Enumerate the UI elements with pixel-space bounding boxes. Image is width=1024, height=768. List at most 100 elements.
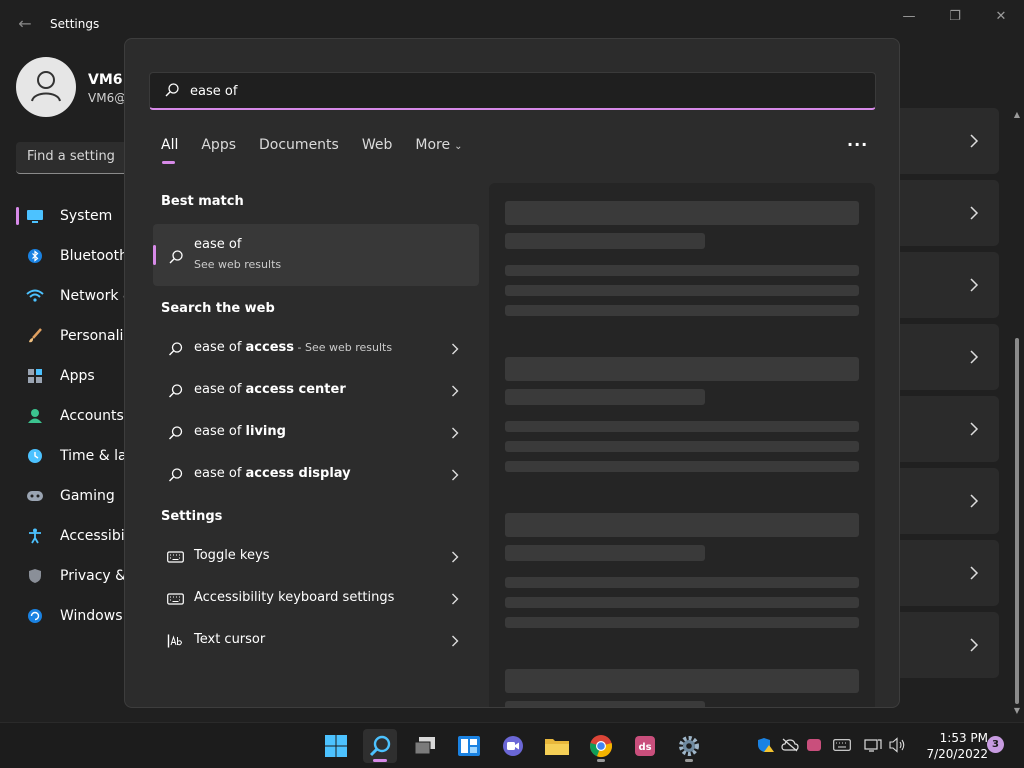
search-taskbar-button[interactable] (363, 729, 397, 763)
loading-skeleton (505, 389, 705, 405)
tab-apps[interactable]: Apps (201, 137, 236, 163)
web-result-item[interactable]: ease of access center (153, 371, 479, 411)
chevron-right-icon (452, 551, 459, 563)
chevron-right-icon (452, 593, 459, 605)
find-setting-input[interactable]: Find a setting (16, 142, 134, 174)
back-arrow-icon[interactable]: ← (15, 14, 35, 34)
nav-item-accessibility[interactable]: Accessibilit (16, 516, 126, 556)
task-view-button[interactable] (408, 729, 442, 763)
person-icon (31, 71, 61, 102)
task-view-icon (414, 737, 435, 755)
windows-logo-icon (325, 735, 347, 757)
web-result-item[interactable]: ease of access - See web results (153, 329, 479, 369)
best-match-heading: Best match (161, 194, 244, 209)
search-icon (165, 83, 179, 97)
clock[interactable]: 1:53 PM 7/20/2022 (914, 730, 988, 762)
nav-item-gaming[interactable]: Gaming (16, 476, 126, 516)
close-icon[interactable]: ✕ (986, 8, 1016, 26)
search-icon (169, 342, 183, 356)
wifi-icon (26, 287, 44, 305)
loading-skeleton (505, 513, 859, 537)
tab-web[interactable]: Web (362, 137, 393, 163)
settings-card[interactable] (899, 180, 999, 246)
search-box[interactable] (149, 72, 876, 110)
settings-card[interactable] (899, 252, 999, 318)
settings-taskbar-button[interactable] (672, 729, 706, 763)
bluetooth-icon (26, 247, 44, 265)
avatar[interactable] (16, 57, 76, 117)
search-tabs: All Apps Documents Web More ⌄ (161, 137, 485, 167)
nav-item-accounts[interactable]: Accounts (16, 396, 126, 436)
scrollbar-thumb[interactable] (1015, 338, 1019, 704)
chat-icon (503, 736, 523, 756)
loading-skeleton (505, 201, 859, 225)
network-icon[interactable] (864, 737, 882, 753)
search-flyout: All Apps Documents Web More⌄ ··· Best ma… (124, 38, 900, 708)
accessibility-icon (26, 527, 44, 545)
web-result-item[interactable]: ease of living (153, 413, 479, 453)
tab-documents[interactable]: Documents (259, 137, 339, 163)
chevron-down-icon: ⌄ (454, 141, 463, 152)
nav-label: System (60, 208, 113, 224)
keyboard-icon[interactable] (833, 737, 851, 753)
tab-more[interactable]: More ⌄ (415, 137, 462, 163)
nav-item-personalization[interactable]: Personaliza (16, 316, 126, 356)
security-warning-icon[interactable] (757, 737, 775, 753)
restore-icon[interactable]: ❐ (940, 8, 970, 26)
settings-result-text-cursor[interactable]: Text cursor (153, 621, 479, 661)
more-options-icon[interactable]: ··· (847, 135, 867, 154)
nav-label: Gaming (60, 488, 115, 504)
gamepad-icon (26, 487, 44, 505)
settings-card[interactable] (899, 468, 999, 534)
nav-item-apps[interactable]: Apps (16, 356, 126, 396)
tab-more-label: More (415, 137, 451, 153)
file-explorer-button[interactable] (540, 729, 574, 763)
settings-card[interactable] (899, 324, 999, 390)
tab-all[interactable]: All (161, 137, 178, 164)
loading-skeleton (505, 701, 705, 707)
volume-icon[interactable] (889, 737, 907, 753)
nav-label: Privacy & s (60, 568, 126, 584)
start-button[interactable] (319, 729, 353, 763)
settings-card[interactable] (899, 108, 999, 174)
settings-result-toggle-keys[interactable]: Toggle keys (153, 537, 479, 577)
minimize-icon[interactable]: — (894, 8, 924, 26)
result-prefix: ease of (194, 340, 246, 355)
chevron-right-icon (970, 638, 979, 652)
search-icon (169, 426, 183, 440)
settings-card[interactable] (899, 396, 999, 462)
search-icon (169, 250, 183, 264)
chat-button[interactable] (496, 729, 530, 763)
widgets-button[interactable] (452, 729, 486, 763)
nav-item-time-language[interactable]: Time & lan (16, 436, 126, 476)
web-result-item[interactable]: ease of access display (153, 455, 479, 495)
notification-badge[interactable]: 3 (987, 736, 1004, 753)
nav-item-system[interactable]: System (16, 196, 126, 236)
loading-skeleton (505, 421, 859, 432)
shield-icon (26, 567, 44, 585)
chrome-button[interactable] (584, 729, 618, 763)
app-tray-icon[interactable] (805, 737, 823, 753)
web-result-text: ease of access display (194, 466, 351, 481)
person-icon (26, 407, 44, 425)
search-input[interactable] (190, 81, 790, 101)
onedrive-off-icon[interactable] (781, 737, 799, 753)
result-bold: access (245, 340, 295, 355)
nav-label: Accounts (60, 408, 124, 424)
scroll-down-icon[interactable]: ▼ (1012, 706, 1022, 716)
settings-card[interactable] (899, 540, 999, 606)
preview-pane (489, 183, 875, 707)
loading-skeleton (505, 461, 859, 472)
loading-skeleton (505, 357, 859, 381)
nav-label: Apps (60, 368, 95, 384)
settings-nav: System Bluetooth Network & Personaliza A… (16, 196, 126, 636)
best-match-result[interactable]: ease of See web results (153, 224, 479, 286)
app-button[interactable]: ds (628, 729, 662, 763)
settings-card[interactable] (899, 612, 999, 678)
settings-result-accessibility-keyboard[interactable]: Accessibility keyboard settings (153, 579, 479, 619)
nav-item-privacy[interactable]: Privacy & s (16, 556, 126, 596)
scroll-up-icon[interactable]: ▲ (1012, 110, 1022, 120)
nav-item-bluetooth[interactable]: Bluetooth (16, 236, 126, 276)
nav-item-windows-update[interactable]: Windows U (16, 596, 126, 636)
nav-item-network[interactable]: Network & (16, 276, 126, 316)
